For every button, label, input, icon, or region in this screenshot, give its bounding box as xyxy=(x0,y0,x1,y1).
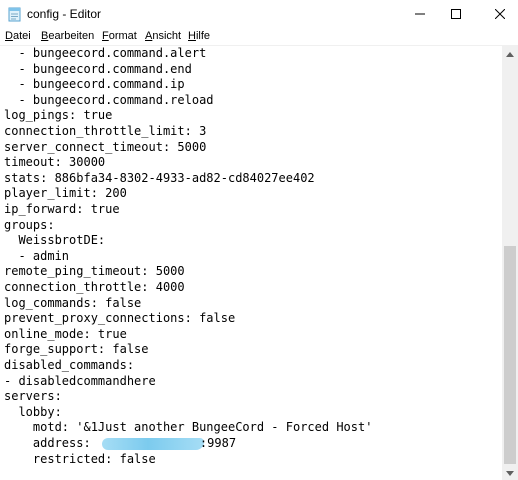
window-title: config - Editor xyxy=(27,7,102,21)
vertical-scrollbar[interactable] xyxy=(502,45,518,480)
minimize-button[interactable] xyxy=(402,0,438,28)
text-line: connection_throttle: 4000 xyxy=(4,280,185,294)
menu-format[interactable]: Format xyxy=(102,28,137,45)
text-line: player_limit: 200 xyxy=(4,186,127,201)
scroll-up-button[interactable] xyxy=(502,45,518,61)
text-line: ip_forward: true xyxy=(4,202,120,216)
text-line: log_commands: false xyxy=(4,295,142,310)
text-line: prevent_proxy_connections: false xyxy=(4,311,236,326)
address-port: :9987 xyxy=(199,436,237,450)
text-line: disabled_commands: xyxy=(4,358,135,372)
scroll-down-arrow-icon xyxy=(506,463,514,480)
close-icon xyxy=(495,9,505,19)
close-button[interactable] xyxy=(482,0,518,28)
text-line: - bungeecord.command.reload xyxy=(4,92,214,107)
menu-bearbeiten[interactable]: Bearbeiten xyxy=(41,28,94,45)
address-key: address: xyxy=(4,436,98,450)
text-line: servers: xyxy=(4,389,62,404)
text-line: - admin xyxy=(4,248,70,263)
text-line: groups: xyxy=(4,217,55,232)
text-line-address: address: :9987 xyxy=(4,436,236,452)
text-line: forge_support: false xyxy=(4,342,149,357)
menu-hilfe[interactable]: Hilfe xyxy=(188,28,210,45)
menu-ansicht[interactable]: Ansicht xyxy=(145,28,181,45)
scrollbar-thumb[interactable] xyxy=(504,246,516,464)
maximize-icon xyxy=(451,9,461,19)
text-line: connection_throttle_limit: 3 xyxy=(4,124,207,138)
text-line: online_mode: true xyxy=(4,326,127,341)
notepad-icon xyxy=(8,6,22,22)
minimize-icon xyxy=(415,9,425,19)
text-line: motd: '&1Just another BungeeCord - Force… xyxy=(4,420,373,435)
text-line: lobby: xyxy=(4,404,62,419)
title-bar[interactable]: config - Editor xyxy=(0,0,518,28)
redaction-mark xyxy=(101,437,204,450)
text-line: restricted: false xyxy=(4,451,156,466)
text-line: - bungeecord.command.end xyxy=(4,61,192,76)
scroll-down-button[interactable] xyxy=(502,464,518,480)
editor-window: config - Editor Datei Bearbeiten Format … xyxy=(0,0,518,480)
text-line: timeout: 30000 xyxy=(4,155,106,170)
text-line: server_connect_timeout: 5000 xyxy=(4,139,207,154)
text-line: - disabledcommandhere xyxy=(4,373,156,388)
text-line: - bungeecord.command.ip xyxy=(4,77,185,92)
text-line: remote_ping_timeout: 5000 xyxy=(4,264,185,279)
scroll-up-arrow-icon xyxy=(506,44,514,62)
menu-bar: Datei Bearbeiten Format Ansicht Hilfe xyxy=(0,28,518,45)
text-editor-area[interactable]: - bungeecord.command.alert - bungeecord.… xyxy=(0,45,502,480)
menu-datei[interactable]: Datei xyxy=(5,28,31,45)
text-line: stats: 886bfa34-8302-4933-ad82-cd84027ee… xyxy=(4,170,315,185)
text-line: WeissbrotDE: xyxy=(4,233,106,248)
maximize-button[interactable] xyxy=(438,0,474,28)
text-line: log_pings: true xyxy=(4,108,113,123)
text-line: - bungeecord.command.alert xyxy=(4,46,207,60)
